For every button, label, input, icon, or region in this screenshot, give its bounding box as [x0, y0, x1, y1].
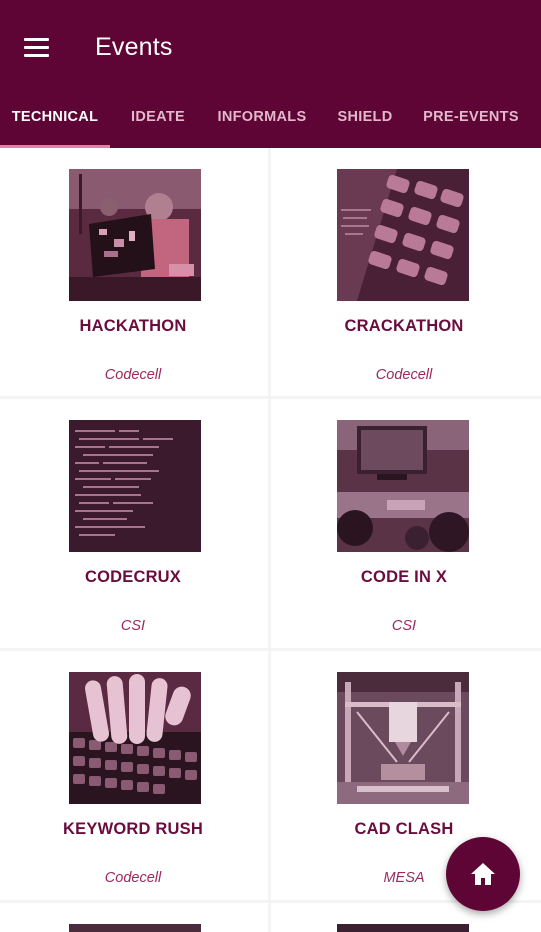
page-title: Events [95, 33, 173, 61]
event-card-keyword-rush[interactable]: KEYWORD RUSH Codecell [0, 651, 266, 899]
tab-informals[interactable]: INFORMALS [210, 92, 314, 148]
event-title: CODE IN X [360, 568, 448, 586]
event-image [69, 924, 201, 932]
event-organizer: CSI [391, 618, 417, 634]
home-button[interactable] [446, 837, 520, 911]
event-image [337, 924, 469, 932]
event-title: CODECRUX [84, 568, 182, 586]
event-card-hackathon[interactable]: HACKATHON Codecell [0, 148, 266, 396]
event-image [69, 672, 201, 804]
event-image [337, 169, 469, 301]
event-image [69, 169, 201, 301]
tab-technical[interactable]: TECHNICAL [0, 92, 110, 148]
tab-pre-events[interactable]: PRE-EVENTS [416, 92, 526, 148]
event-image [337, 672, 469, 804]
event-title: HACKATHON [79, 317, 187, 335]
event-card-code-in-x[interactable]: CODE IN X CSI [271, 399, 537, 647]
event-card-partial[interactable] [0, 903, 266, 932]
event-organizer: Codecell [104, 870, 162, 886]
home-icon [471, 863, 495, 885]
event-title: CAD CLASH [354, 820, 454, 838]
event-card-crackathon[interactable]: CRACKATHON Codecell [271, 148, 537, 396]
events-grid: HACKATHON Codecell CRACKATHON Codecell C… [0, 148, 541, 932]
event-image [69, 420, 201, 552]
tab-ideate[interactable]: IDEATE [120, 92, 196, 148]
event-organizer: CSI [120, 618, 146, 634]
column-divider [268, 148, 271, 932]
event-title: KEYWORD RUSH [63, 820, 203, 838]
app-bar: Events TECHNICAL IDEATE INFORMALS SHIELD… [0, 0, 541, 148]
event-card-codecrux[interactable]: CODECRUX CSI [0, 399, 266, 647]
event-image [337, 420, 469, 552]
event-title: CRACKATHON [344, 317, 464, 335]
event-organizer: Codecell [375, 367, 433, 383]
tab-bar: TECHNICAL IDEATE INFORMALS SHIELD PRE-EV… [0, 92, 541, 148]
hamburger-menu-icon[interactable] [14, 28, 58, 68]
tab-shield[interactable]: SHIELD [328, 92, 402, 148]
event-organizer: Codecell [104, 367, 162, 383]
